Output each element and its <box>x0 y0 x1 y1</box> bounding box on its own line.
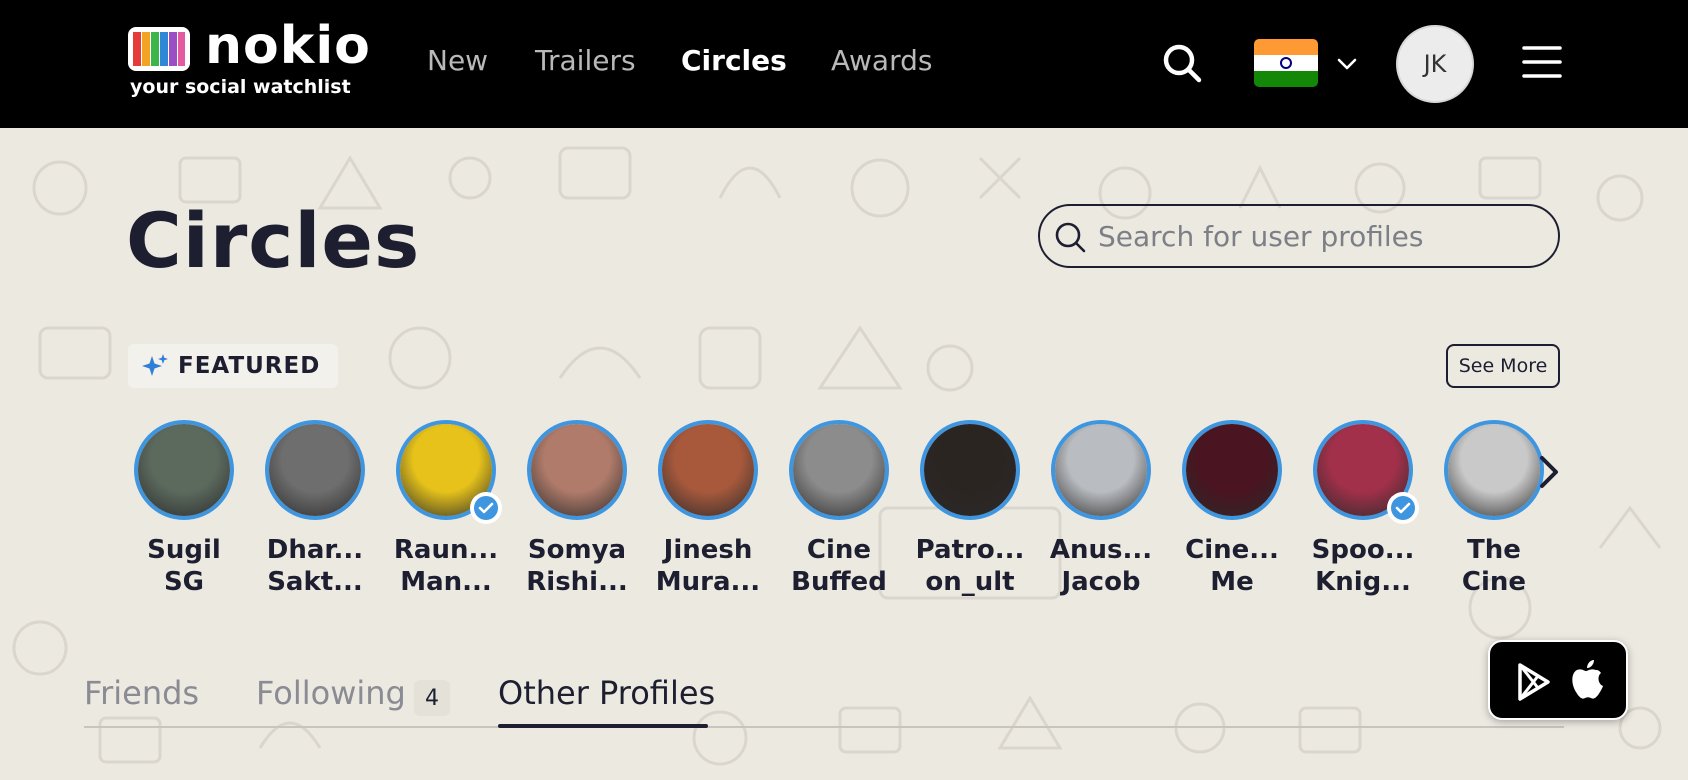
profile-name-line: Jinesh <box>663 535 753 565</box>
profile-avatar <box>527 420 627 520</box>
profile-name-line: Anus... <box>1049 535 1153 565</box>
page-title: Circles <box>126 196 421 285</box>
profile-name-line: Raun... <box>393 535 499 565</box>
profile-avatar <box>1444 420 1544 520</box>
see-more-button[interactable]: See More <box>1446 344 1560 388</box>
profile-name: Cine... Me <box>1172 534 1292 598</box>
profile-name-line: The <box>1467 535 1521 565</box>
profile-name-line: Man... <box>400 567 492 597</box>
following-count-badge: 4 <box>414 680 450 716</box>
profile-avatar <box>920 420 1020 520</box>
nav-circles[interactable]: Circles <box>681 44 787 77</box>
logo-tagline: your social watchlist <box>130 76 351 98</box>
hamburger-menu-icon[interactable] <box>1522 44 1562 80</box>
verified-badge-icon <box>470 492 502 524</box>
app-download-badge[interactable] <box>1488 640 1628 720</box>
featured-profiles-carousel: Sugil SG Dhar... Sakt... Raun... Man... Somya R… <box>124 418 1564 608</box>
tab-other-profiles[interactable]: Other Profiles <box>498 674 715 712</box>
profile-avatar <box>1051 420 1151 520</box>
search-icon <box>1055 222 1086 253</box>
user-avatar[interactable]: JK <box>1396 25 1474 103</box>
nav-awards[interactable]: Awards <box>831 44 932 77</box>
sparkle-icon <box>142 354 168 376</box>
profile-name-line: Jacob <box>1061 567 1141 597</box>
profile-name: Cine Buffed <box>779 534 899 598</box>
featured-label: FEATURED <box>178 353 321 379</box>
profile-name: Raun... Man... <box>386 534 506 598</box>
logo-wordmark: nokio <box>205 16 371 76</box>
profile-name-line: Dhar... <box>266 535 364 565</box>
profile-name: Patro... on_ult <box>910 534 1030 598</box>
profile-name-line: Me <box>1210 567 1254 597</box>
search-icon[interactable] <box>1162 43 1202 83</box>
tab-friends[interactable]: Friends <box>84 674 199 712</box>
apple-icon <box>1572 660 1603 699</box>
chevron-down-icon[interactable] <box>1335 52 1359 76</box>
verified-badge-icon <box>1387 492 1419 524</box>
profile-name-line: Cine <box>806 535 872 565</box>
profile-name: Dhar... Sakt... <box>255 534 375 598</box>
profile-name: Anus... Jacob <box>1041 534 1161 598</box>
profile-name: Somya Rishi... <box>517 534 637 598</box>
profile-avatar <box>658 420 758 520</box>
profile-name-line: SG <box>163 567 205 597</box>
top-navigation-bar: nokio your social watchlist New Trailers… <box>0 0 1688 128</box>
profile-name-line: Mura... <box>655 567 761 597</box>
profile-tabs: Friends Following 4 Other Profiles <box>84 668 1564 728</box>
india-flag-icon[interactable] <box>1254 39 1318 87</box>
profile-name: Spoo... Knig... <box>1303 534 1423 598</box>
profile-name: Jinesh Mura... <box>648 534 768 598</box>
profile-name-line: Somya <box>527 535 627 565</box>
profile-name-line: Spoo... <box>1311 535 1415 565</box>
profile-avatar <box>789 420 889 520</box>
profile-name-line: Buffed <box>791 567 887 597</box>
profile-avatar <box>265 420 365 520</box>
profile-search-input[interactable] <box>1098 216 1538 256</box>
profile-name-line: on_ult <box>925 567 1015 597</box>
profile-name: The Cine <box>1434 534 1554 598</box>
profile-name-line: Knig... <box>1315 567 1411 597</box>
nokio-logo[interactable]: nokio your social watchlist <box>127 16 370 104</box>
featured-badge: FEATURED <box>128 344 339 388</box>
profile-name-line: Patro... <box>915 535 1025 565</box>
tab-following[interactable]: Following <box>256 674 406 712</box>
profile-name: Sugil SG <box>124 534 244 598</box>
tv-logo-icon <box>128 27 190 71</box>
profile-avatar <box>134 420 234 520</box>
profile-name-line: Sakt... <box>267 567 363 597</box>
profile-name-line: Rishi... <box>526 567 628 597</box>
profile-avatar <box>1182 420 1282 520</box>
nav-trailers[interactable]: Trailers <box>535 44 636 77</box>
profile-name-line: Cine... <box>1185 535 1279 565</box>
nav-new[interactable]: New <box>427 44 488 77</box>
profile-search-box <box>1038 204 1560 268</box>
profile-name-line: Sugil <box>147 535 221 565</box>
google-play-icon <box>1518 663 1550 701</box>
chevron-right-icon[interactable] <box>1534 452 1564 492</box>
active-tab-indicator <box>498 724 708 728</box>
profile-name-line: Cine <box>1461 567 1527 597</box>
